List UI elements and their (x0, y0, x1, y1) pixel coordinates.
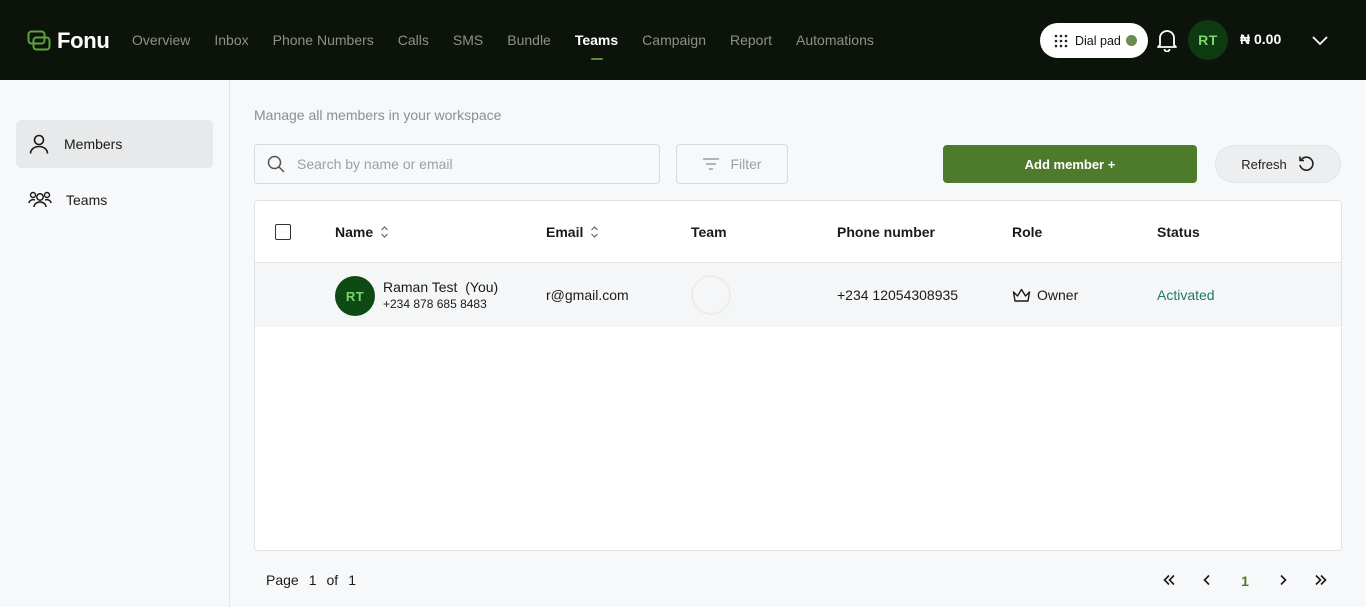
notification-bell-icon[interactable] (1156, 28, 1178, 52)
nav-calls[interactable]: Calls (398, 0, 429, 80)
dial-pad-button[interactable]: Dial pad (1040, 23, 1148, 58)
pagination-controls: 1 (1150, 573, 1340, 589)
sort-icon[interactable] (590, 225, 599, 239)
online-status-dot (1125, 35, 1137, 46)
chevron-down-icon[interactable] (1311, 33, 1329, 47)
users-group-icon (28, 191, 52, 208)
nav-campaign[interactable]: Campaign (642, 0, 706, 80)
team-loading-spinner (691, 275, 731, 315)
nav-overview[interactable]: Overview (132, 0, 190, 80)
table-header: Name Email Team Phone number Role Status (255, 201, 1341, 263)
crown-icon (1012, 288, 1031, 302)
sidebar-item-label: Members (64, 136, 123, 152)
page-label: Page (266, 572, 299, 588)
status-badge: Activated (1157, 287, 1215, 303)
member-phone: +234 12054308935 (837, 287, 959, 303)
nav-sms[interactable]: SMS (453, 0, 483, 80)
role-label: Owner (1037, 287, 1079, 303)
members-panel: Manage all members in your workspace Fil… (230, 80, 1366, 607)
column-label: Name (335, 224, 374, 240)
column-label: Phone number (837, 224, 936, 240)
column-header-team: Team (691, 224, 727, 240)
column-label: Team (691, 224, 727, 240)
member-email: r@gmail.com (546, 287, 629, 303)
current-page: 1 (308, 572, 317, 588)
page-indicator: Page 1 of 1 (266, 572, 356, 588)
user-icon (29, 134, 49, 154)
search-box[interactable] (254, 144, 660, 184)
user-avatar[interactable]: RT (1188, 20, 1228, 60)
first-page-button[interactable] (1150, 573, 1188, 589)
brand[interactable]: Fonu (27, 28, 110, 54)
chevron-left-icon (1203, 574, 1210, 586)
chevron-right-icon (1280, 574, 1287, 586)
sidebar-item-members[interactable]: Members (16, 120, 213, 168)
table-row[interactable]: RT Raman Test (You) +234 878 685 8483 r@… (255, 263, 1341, 327)
column-header-status: Status (1157, 224, 1200, 240)
members-table: Name Email Team Phone number Role Status… (254, 200, 1342, 551)
fonu-logo-icon (27, 30, 51, 51)
wallet-balance: ₦ 0.00 (1240, 31, 1282, 47)
main-nav: Overview Inbox Phone Numbers Calls SMS B… (132, 0, 898, 80)
member-avatar: RT (335, 276, 375, 316)
column-header-phone: Phone number (837, 224, 935, 240)
brand-name: Fonu (57, 28, 110, 53)
sidebar: Members Teams (0, 80, 230, 607)
column-label: Status (1157, 224, 1200, 240)
dialpad-grid-icon (1054, 34, 1068, 47)
refresh-button[interactable]: Refresh (1215, 145, 1341, 183)
filter-button[interactable]: Filter (676, 144, 788, 184)
prev-page-button[interactable] (1188, 573, 1226, 589)
top-navigation-bar: Fonu Overview Inbox Phone Numbers Calls … (0, 0, 1366, 80)
search-input[interactable] (297, 156, 637, 172)
next-page-button[interactable] (1264, 573, 1302, 589)
nav-phone-numbers[interactable]: Phone Numbers (273, 0, 374, 80)
member-sub-phone: +234 878 685 8483 (383, 297, 487, 311)
column-label: Email (546, 224, 584, 240)
double-chevron-left-icon (1163, 574, 1175, 586)
filter-icon (703, 158, 720, 170)
search-icon (267, 155, 285, 173)
refresh-icon (1298, 156, 1314, 171)
of-label: of (326, 572, 339, 588)
sidebar-item-label: Teams (66, 192, 108, 208)
nav-bundle[interactable]: Bundle (507, 0, 551, 80)
column-header-email[interactable]: Email (546, 224, 599, 240)
nav-automations[interactable]: Automations (796, 0, 874, 80)
select-all-checkbox[interactable] (275, 224, 291, 240)
column-header-name[interactable]: Name (335, 224, 389, 240)
refresh-label: Refresh (1241, 156, 1287, 172)
last-page-button[interactable] (1302, 573, 1340, 589)
column-header-role: Role (1012, 224, 1042, 240)
total-pages: 1 (348, 572, 356, 588)
sidebar-item-teams[interactable]: Teams (16, 176, 213, 224)
dial-pad-label: Dial pad (1075, 33, 1121, 48)
nav-report[interactable]: Report (730, 0, 772, 80)
member-role: Owner (1012, 287, 1078, 303)
double-chevron-right-icon (1315, 574, 1327, 586)
nav-teams[interactable]: Teams (575, 0, 618, 80)
filter-label: Filter (730, 156, 762, 172)
member-name: Raman Test (You) (383, 279, 499, 295)
page-subtitle: Manage all members in your workspace (254, 107, 502, 123)
add-member-button[interactable]: Add member + (943, 145, 1197, 183)
page-number-button[interactable]: 1 (1226, 573, 1264, 589)
sort-icon[interactable] (380, 225, 389, 239)
column-label: Role (1012, 224, 1043, 240)
nav-inbox[interactable]: Inbox (214, 0, 248, 80)
